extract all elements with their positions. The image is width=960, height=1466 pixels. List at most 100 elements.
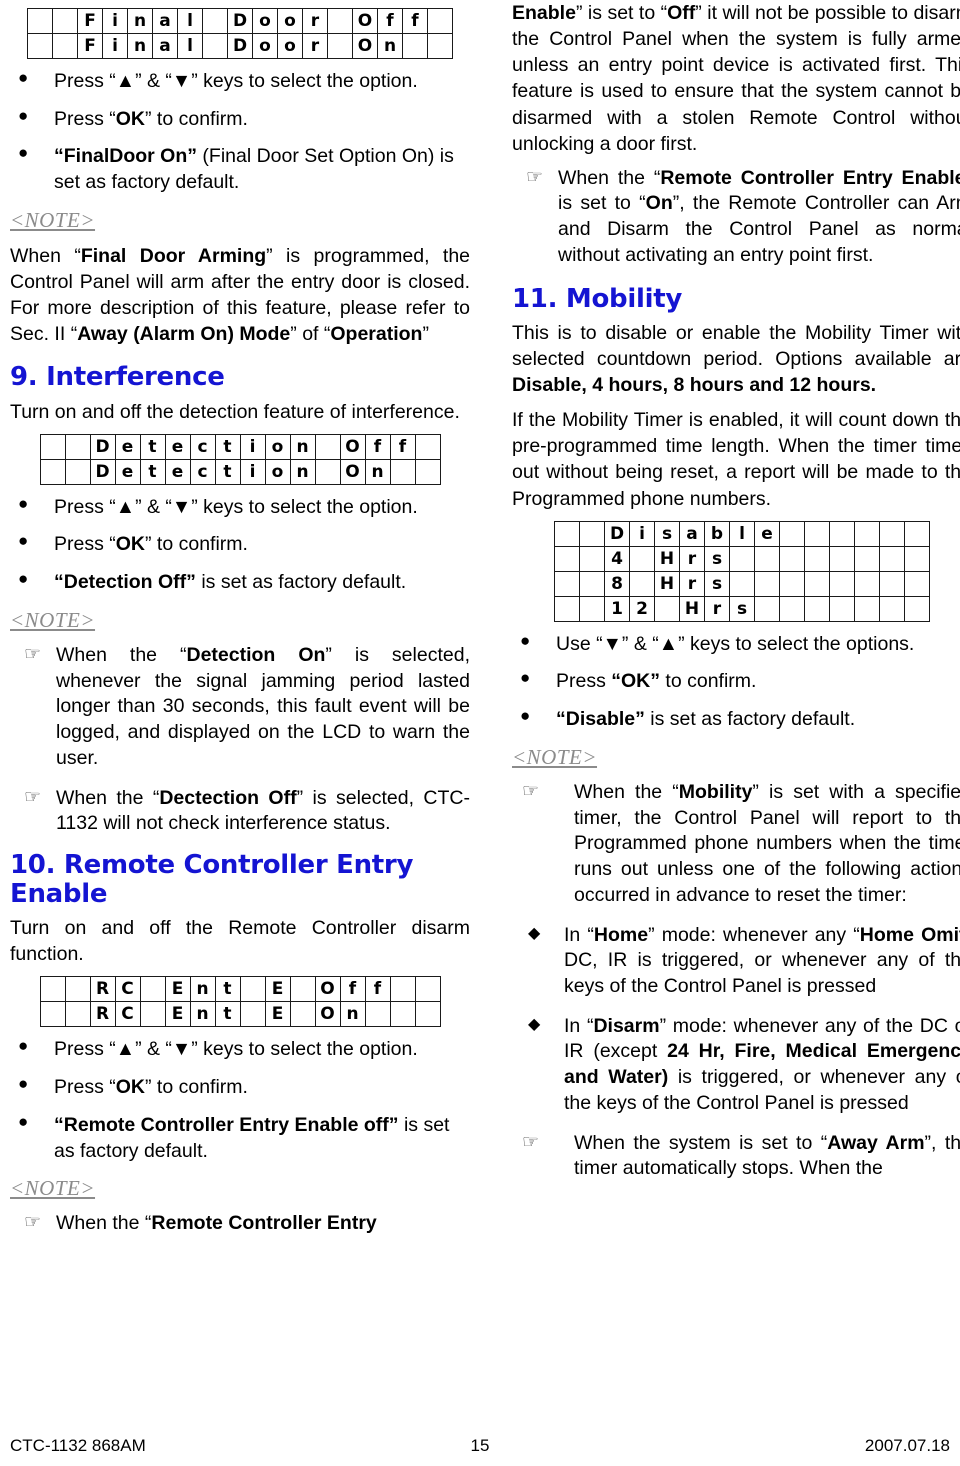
lcd-row: R C E n t E O n xyxy=(39,1001,441,1028)
lcd-cell: s xyxy=(654,520,680,547)
lcd-cell: n xyxy=(289,433,316,460)
lcd-cell xyxy=(729,545,755,572)
lcd-cell: D xyxy=(89,433,116,460)
lcd-cell xyxy=(554,545,580,572)
note-text: When the “ xyxy=(558,166,661,189)
lcd-cell: r xyxy=(302,33,328,59)
press-ok-pre: Press “ xyxy=(54,533,116,556)
list-item: In “Disarm” mode: whenever any of the DC… xyxy=(512,1014,960,1117)
lcd-cell xyxy=(854,595,880,622)
section-10-instructions: Press “▲” & “▼” keys to select the optio… xyxy=(10,1036,470,1164)
lcd-cell xyxy=(854,520,880,547)
lcd-cell: l xyxy=(177,33,203,59)
lcd-cell: o xyxy=(277,33,303,59)
list-item: “Disable” is set as factory default. xyxy=(512,705,960,733)
press-arrows-mid: ” & “ xyxy=(135,495,172,518)
lcd-cell xyxy=(64,458,91,485)
lcd-row: F i n a l D o o r O f f xyxy=(27,8,453,34)
lcd-cell xyxy=(314,458,341,485)
note-item: When the “Dectection Off” is selected, C… xyxy=(10,785,470,837)
lcd-cell: n xyxy=(339,1001,366,1028)
lcd-cell xyxy=(289,1001,316,1028)
lcd-cell xyxy=(289,976,316,1003)
press-ok-post: to confirm. xyxy=(660,670,757,693)
lcd-cell xyxy=(327,33,353,59)
away-arm-term: Away Arm xyxy=(827,1131,925,1154)
press-arrows-pre: Press “ xyxy=(54,495,116,518)
lcd-cell: f xyxy=(389,433,416,460)
section-10-heading: 10. Remote Controller Entry Enable xyxy=(10,850,414,910)
left-column: F i n a l D o o r O f f F i n a l D o o … xyxy=(10,0,474,1400)
lcd-cell: R xyxy=(89,976,116,1003)
lcd-cell xyxy=(64,976,91,1003)
lcd-row: 1 2 H r s xyxy=(554,595,930,622)
lcd-cell xyxy=(414,458,441,485)
lcd-cell: E xyxy=(264,1001,291,1028)
lcd-cell xyxy=(427,33,453,59)
condition-text: In “ xyxy=(564,1014,594,1037)
lcd-cell: O xyxy=(339,433,366,460)
ok-key-label: “OK” xyxy=(611,670,661,693)
press-arrows-pre: Press “ xyxy=(54,70,116,92)
lcd-cell xyxy=(414,433,441,460)
lcd-cell xyxy=(654,595,680,622)
list-item: “Remote Controller Entry Enable off” is … xyxy=(10,1111,470,1164)
up-arrow-icon: ▲ xyxy=(115,1038,136,1061)
note-item: When the system is set to “Away Arm”, th… xyxy=(512,1130,960,1182)
up-arrow-icon: ▲ xyxy=(115,495,136,518)
lcd-row: D e t e c t i o n O n xyxy=(39,458,441,485)
rc-entry-enable-term: Remote Controller Entry Enable xyxy=(660,166,960,189)
lcd-cell xyxy=(779,520,805,547)
lcd-cell: D xyxy=(227,8,253,34)
section-9-heading: 9. Interference xyxy=(10,362,225,393)
down-arrow-icon: ▼ xyxy=(171,495,192,518)
condition-text: ” mode: whenever any “ xyxy=(648,923,860,946)
lcd-cell: t xyxy=(214,433,241,460)
lcd-cell: O xyxy=(314,976,341,1003)
list-item: “FinalDoor On” (Final Door Set Option On… xyxy=(10,142,470,195)
lcd-cell xyxy=(754,570,780,597)
section-11-intro: This is to disable or enable the Mobilit… xyxy=(512,320,960,398)
two-column-layout: F i n a l D o o r O f f F i n a l D o o … xyxy=(10,0,960,1400)
lcd-cell xyxy=(729,570,755,597)
lcd-row: D i s a b l e xyxy=(554,520,930,547)
lcd-cell xyxy=(27,8,53,34)
use-arrows-post: ” keys to select the options. xyxy=(678,632,915,655)
up-arrow-icon: ▲ xyxy=(658,632,679,655)
list-item: Press “OK” to confirm. xyxy=(10,1073,470,1101)
down-arrow-icon: ▼ xyxy=(171,70,192,92)
note-text: When the “ xyxy=(574,780,679,803)
note-label: <NOTE> xyxy=(10,1176,96,1201)
note-item: When the “Remote Controller Entry Enable… xyxy=(512,165,960,269)
lcd-cell: i xyxy=(629,520,655,547)
lcd-cell: C xyxy=(114,976,141,1003)
lcd-cell xyxy=(427,8,453,34)
lcd-cell xyxy=(879,545,905,572)
lcd-cell: O xyxy=(352,33,378,59)
lcd-cell: D xyxy=(89,458,116,485)
lcd-cell xyxy=(389,1001,416,1028)
rc-entry-note-continued: Enable” is set to “Off” it will not be p… xyxy=(512,0,960,157)
lcd-cell xyxy=(414,976,441,1003)
default-option-rest: is set as factory default. xyxy=(195,571,407,594)
lcd-cell: F xyxy=(77,33,103,59)
list-item: Press “OK” to confirm. xyxy=(10,530,470,558)
use-arrows-pre: Use “ xyxy=(556,632,603,655)
default-option-label: “FinalDoor On” xyxy=(54,145,197,168)
lcd-cell xyxy=(27,33,53,59)
lcd-cell: H xyxy=(654,545,680,572)
lcd-cell: t xyxy=(214,976,241,1003)
lcd-cell xyxy=(804,520,830,547)
lcd-cell xyxy=(39,433,66,460)
lcd-cell xyxy=(139,976,166,1003)
page-number: 15 xyxy=(470,1436,490,1455)
page-footer: CTC-1132 868AM 15 2007.07.18 xyxy=(10,1436,950,1456)
lcd-cell: n xyxy=(189,1001,216,1028)
section-9-notes: When the “Detection On” is selected, whe… xyxy=(10,642,470,837)
lcd-cell xyxy=(389,976,416,1003)
lcd-cell xyxy=(804,595,830,622)
mobility-options-list: Disable, 4 hours, 8 hours and 12 hours. xyxy=(512,374,877,397)
lcd-cell xyxy=(904,545,930,572)
lcd-cell: t xyxy=(139,433,166,460)
lcd-cell: n xyxy=(289,458,316,485)
